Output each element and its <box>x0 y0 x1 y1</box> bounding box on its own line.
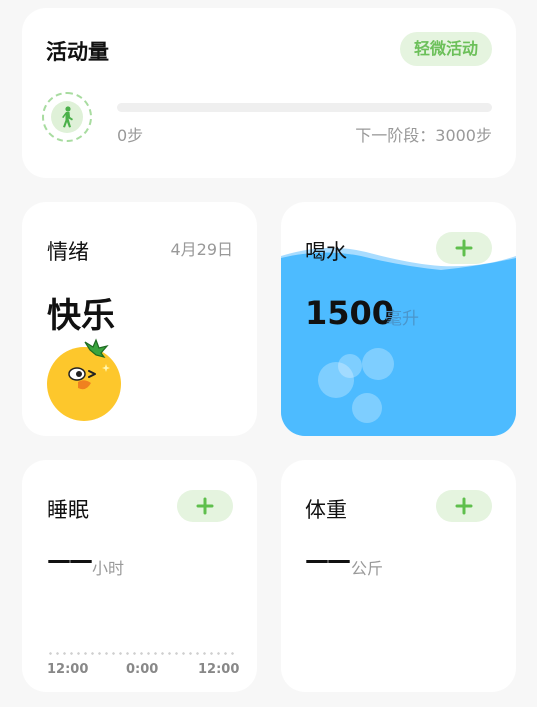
plus-icon <box>455 239 473 257</box>
plus-icon <box>196 497 214 515</box>
water-amount: 1500 <box>305 294 395 332</box>
walking-person-icon <box>42 92 92 142</box>
sleep-time-label-start: 12:00 <box>47 662 89 677</box>
sleep-timeline <box>47 652 235 655</box>
sleep-unit: 小时 <box>92 559 125 578</box>
activity-level-badge: 轻微活动 <box>399 32 492 66</box>
sleep-value: —— <box>47 546 93 574</box>
weight-card[interactable]: 体重 —— 公斤 <box>281 460 516 692</box>
mood-date: 4月29日 <box>170 240 233 259</box>
sleep-title: 睡眠 <box>47 498 89 522</box>
mood-card[interactable]: 情绪 4月29日 快乐 <box>22 202 257 436</box>
weight-title: 体重 <box>305 498 347 522</box>
sleep-time-label-end: 12:00 <box>198 662 240 677</box>
sleep-card[interactable]: 睡眠 —— 小时 12:00 0:00 12:00 <box>22 460 257 692</box>
water-unit: 毫升 <box>385 309 419 329</box>
add-sleep-button[interactable] <box>177 490 233 522</box>
weight-value: —— <box>305 546 351 574</box>
weight-unit: 公斤 <box>351 559 384 578</box>
activity-title: 活动量 <box>46 40 109 64</box>
activity-progress-bar <box>117 103 492 112</box>
plus-icon <box>455 497 473 515</box>
water-card[interactable]: 喝水 1500 毫升 <box>281 202 516 436</box>
mood-value: 快乐 <box>47 296 115 336</box>
next-stage-goal: 下一阶段：3000步 <box>355 126 492 145</box>
mood-title: 情绪 <box>47 240 89 264</box>
add-weight-button[interactable] <box>436 490 492 522</box>
add-water-button[interactable] <box>436 232 492 264</box>
happy-face-icon <box>46 338 126 422</box>
activity-card[interactable]: 活动量 轻微活动 0步 下一阶段：3000步 <box>22 8 516 178</box>
current-steps: 0步 <box>117 126 144 145</box>
sleep-time-label-mid: 0:00 <box>126 662 159 677</box>
water-title: 喝水 <box>305 240 347 264</box>
